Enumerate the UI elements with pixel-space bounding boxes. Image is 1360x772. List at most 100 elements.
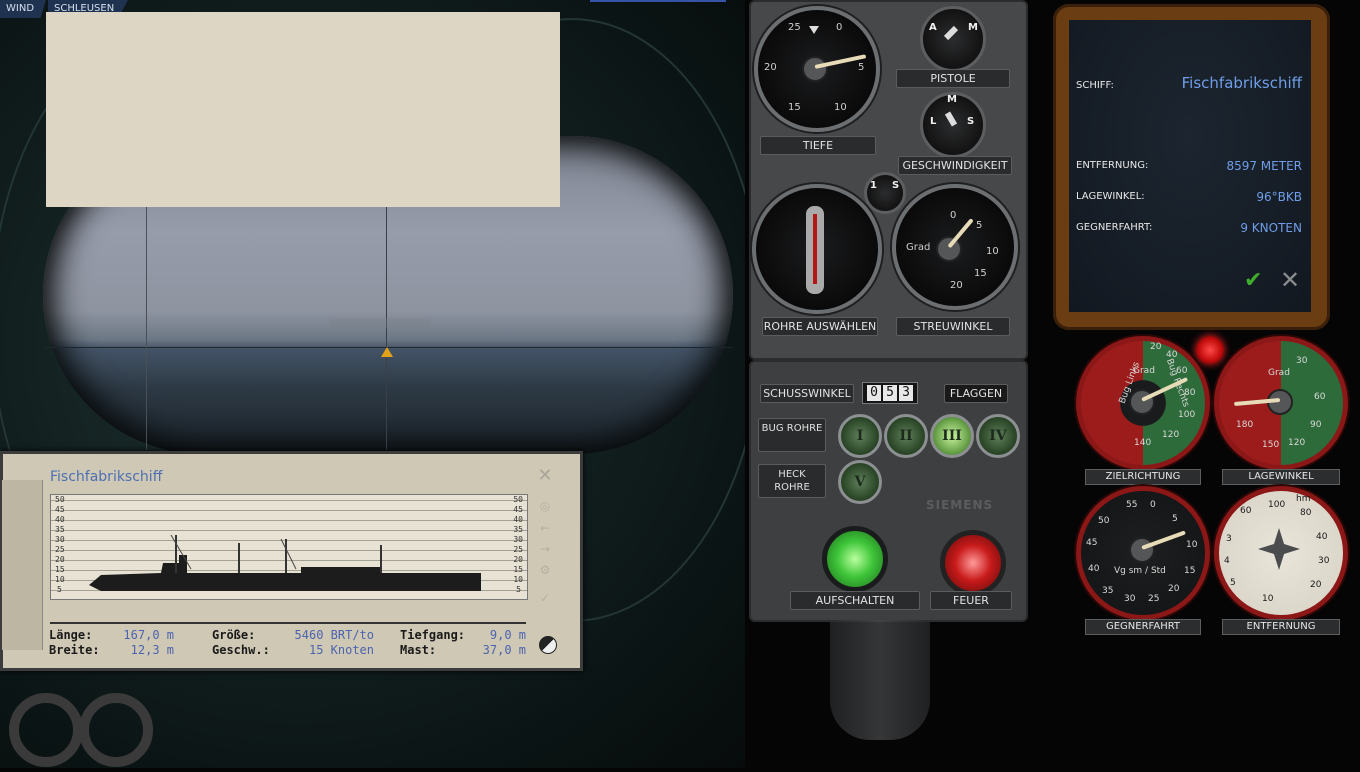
gegnerfahrt-scale-text: 10: [1186, 540, 1198, 550]
pistol-m-label: M: [968, 22, 978, 33]
bearing-marker-icon: [381, 347, 393, 357]
spec-mast-value: 37,0 m: [482, 643, 526, 657]
check-icon[interactable]: ✓: [537, 590, 553, 606]
lagewinkel-value: 96°BKB: [1256, 190, 1302, 204]
entfernung-label: ENTFERNUNG:: [1076, 160, 1149, 171]
close-icon[interactable]: ✕: [1280, 266, 1300, 294]
gegnerfahrt-scale-text: 35: [1102, 586, 1114, 596]
entfernung-scale-text: 60: [1240, 506, 1252, 516]
entfernung-scale-text: 4: [1224, 556, 1230, 566]
tube-1-button[interactable]: I: [838, 414, 882, 458]
gegnerfahrt-scale-text: 0: [1150, 500, 1156, 510]
gegnerfahrt-scale-text: 45: [1086, 538, 1098, 548]
zielrichtung-scale-text: 140: [1134, 438, 1152, 448]
rohre-auswaehlen-label: ROHRE AUSWÄHLEN: [762, 317, 878, 336]
gegnerfahrt-unit: Vg sm / Std: [1114, 566, 1166, 576]
schiff-value: Fischfabrikschiff: [1181, 74, 1302, 92]
ship-silhouette-chart: 50 45 40 35 30 25 20 15 10 5 50 45 40 35…: [50, 494, 528, 600]
speed-m-label: M: [947, 94, 957, 105]
gegnerfahrt-scale-text: 15: [1184, 566, 1196, 576]
speed-s-label: S: [967, 116, 975, 127]
pistole-label: PISTOLE: [896, 69, 1010, 88]
check-icon[interactable]: ✔: [1244, 268, 1262, 293]
geschwindigkeit-label: GESCHWINDIGKEIT: [898, 156, 1012, 175]
tube-5-button[interactable]: V: [838, 460, 882, 504]
depth-gauge-number: 0: [836, 22, 843, 33]
spread-number: 15: [974, 268, 987, 279]
tube-4-button[interactable]: IV: [976, 414, 1020, 458]
spec-breite-value: 12,3 m: [130, 643, 174, 657]
tube-select-needle: [813, 214, 817, 284]
entfernung-scale-text: 3: [1226, 534, 1232, 544]
arrow-left-icon[interactable]: ←: [537, 520, 553, 536]
depth-gauge-hub: [802, 56, 828, 82]
entfernung-scale-text: 30: [1318, 556, 1330, 566]
mode-selector-knob[interactable]: [864, 172, 906, 214]
entfernung-value: 8597 METER: [1226, 159, 1302, 173]
spread-number: 5: [976, 220, 983, 231]
streuwinkel-label: STREUWINKEL: [896, 317, 1010, 336]
spec-groesse-label: Größe:: [212, 628, 256, 642]
gegnerfahrt-scale-text: 40: [1088, 564, 1100, 574]
zielrichtung-scale-text: 120: [1162, 430, 1180, 440]
top-indicator-bar: [590, 0, 726, 2]
aufschalten-button[interactable]: [822, 526, 888, 592]
shot-angle-counter: 0 5 3: [862, 382, 918, 404]
contrast-toggle-icon[interactable]: [539, 636, 557, 654]
lagewinkel-scale-text: 180: [1236, 420, 1254, 430]
gegnerfahrt-scale-text: 30: [1124, 594, 1136, 604]
schusswinkel-label: SCHUSSWINKEL: [760, 384, 854, 403]
shot-angle-digit: 3: [899, 385, 913, 401]
entfernung-unit: hm: [1296, 494, 1311, 504]
schiff-label: SCHIFF:: [1076, 80, 1114, 91]
bug-rohre-label: BUG ROHRE: [758, 418, 826, 452]
binocular-cap-icon: [6, 690, 156, 768]
entfernung-scale-text: 10: [1262, 594, 1274, 604]
lagewinkel-scale-text: 150: [1262, 440, 1280, 450]
gegnerfahrt-scale-text: 5: [1172, 514, 1178, 524]
tube-3-button[interactable]: III: [930, 414, 974, 458]
spec-geschw-label: Geschw.:: [212, 643, 270, 657]
card-left-strip: [2, 480, 43, 650]
gegnerfahrt-scale-text: 55: [1126, 500, 1138, 510]
spread-number: 10: [986, 246, 999, 257]
lagewinkel-scale-text: 30: [1296, 356, 1308, 366]
tube-2-button[interactable]: II: [884, 414, 928, 458]
pistol-a-label: A: [929, 22, 937, 33]
zielrichtung-scale-text: Grad: [1133, 366, 1155, 376]
arrow-right-icon[interactable]: →: [537, 541, 553, 557]
settings-icon[interactable]: ⚙: [537, 562, 553, 578]
pistol-selector-knob[interactable]: [920, 6, 986, 72]
gegnerfahrt-scale-text: 25: [1148, 594, 1160, 604]
spread-gauge-hub: [936, 236, 962, 262]
feuer-label: FEUER: [930, 591, 1012, 610]
gegnerfahrt-scale-text: 50: [1098, 516, 1110, 526]
spread-number: 20: [950, 280, 963, 291]
spread-number: 0: [950, 210, 957, 221]
lagewinkel-scale-text: 60: [1314, 392, 1326, 402]
feuer-button[interactable]: [940, 530, 1006, 596]
spec-geschw-value: 15 Knoten: [308, 643, 374, 657]
gegnerfahrt-scale-text: 20: [1168, 584, 1180, 594]
spec-laenge-label: Länge:: [49, 628, 93, 642]
entfernung-label: ENTFERNUNG: [1222, 619, 1340, 635]
depth-gauge-number: 20: [764, 62, 777, 73]
spec-laenge-value: 167,0 m: [123, 628, 174, 642]
siemens-logo: SIEMENS: [926, 498, 994, 512]
close-icon[interactable]: ✕: [535, 466, 555, 486]
depth-gauge-number: 10: [834, 102, 847, 113]
entfernung-scale-text: 100: [1268, 500, 1286, 510]
tab-wind[interactable]: WIND: [0, 0, 46, 18]
distant-ship-silhouette: [330, 318, 430, 328]
zielrichtung-label: ZIELRICHTUNG: [1085, 469, 1201, 485]
lagewinkel-scale-text: 120: [1288, 438, 1306, 448]
card-divider: [50, 622, 526, 624]
entfernung-scale-text: 80: [1300, 508, 1312, 518]
depth-gauge-number: 15: [788, 102, 801, 113]
lagewinkel-scale-text: Grad: [1268, 368, 1290, 378]
zielrichtung-scale-text: 20: [1150, 342, 1162, 352]
flaggen-button[interactable]: FLAGGEN: [944, 384, 1008, 403]
target-icon[interactable]: ◎: [537, 498, 553, 514]
ship-silhouette-icon: [89, 534, 481, 591]
lagewinkel-scale-text: 90: [1310, 420, 1322, 430]
